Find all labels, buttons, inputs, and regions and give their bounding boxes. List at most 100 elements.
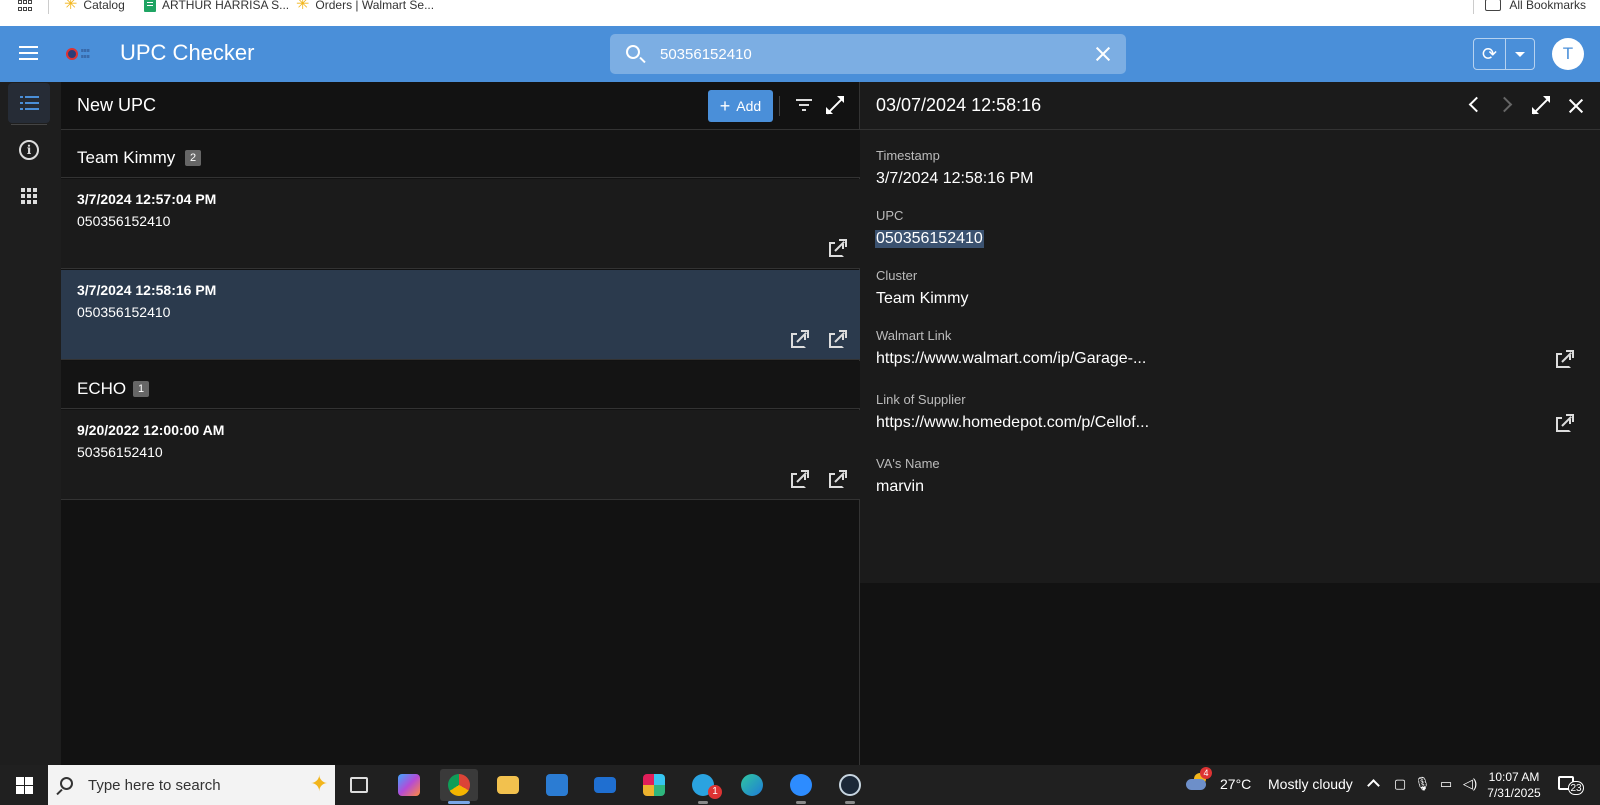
- list-title: New UPC: [77, 95, 157, 115]
- walmart-spark-icon: ✳: [64, 0, 78, 13]
- chevron-left-icon[interactable]: [1468, 98, 1480, 110]
- detail-pane: 03/07/2024 12:58:16 Timestamp 3/7/2024 1…: [860, 82, 1600, 765]
- notification-count: 23: [1568, 781, 1584, 795]
- weather-temp: 27°C: [1220, 776, 1252, 792]
- clear-search-icon[interactable]: [1092, 43, 1114, 65]
- meet-now-icon[interactable]: ▢: [1392, 776, 1408, 792]
- rail-item-info[interactable]: i: [8, 130, 50, 170]
- weather-widget[interactable]: 4 27°C Mostly cloudy: [1186, 767, 1353, 799]
- header-separator: [779, 96, 780, 116]
- group-count-badge: 1: [133, 381, 149, 397]
- rail-item-list[interactable]: [8, 83, 50, 123]
- bookmarks-separator: [1473, 0, 1474, 14]
- row-date: 3/7/2024 12:58:16 PM: [77, 282, 217, 298]
- network-icon[interactable]: ▭: [1438, 776, 1454, 792]
- detail-header: 03/07/2024 12:58:16: [860, 82, 1600, 130]
- chrome-icon[interactable]: [440, 769, 478, 804]
- file-explorer-icon[interactable]: [489, 769, 527, 801]
- sync-button-group: ⟳: [1473, 38, 1535, 70]
- mail-icon[interactable]: [586, 769, 624, 801]
- group-name: ECHO: [77, 379, 127, 398]
- row-upc: 050356152410: [77, 304, 171, 320]
- clock-date: 7/31/2025: [1487, 786, 1541, 800]
- volume-icon[interactable]: ◁): [1462, 776, 1478, 792]
- bookmarks-bar: ✳ Catalog ARTHUR HARRISA S... ✳ Orders |…: [0, 0, 1600, 26]
- windows-start-icon[interactable]: [16, 777, 33, 794]
- walmart-link-value[interactable]: https://www.walmart.com/ip/Garage-...: [876, 350, 1146, 368]
- notifications-icon[interactable]: 23: [1558, 775, 1584, 795]
- external-link-icon[interactable]: [1556, 414, 1574, 432]
- expand-icon[interactable]: [826, 96, 844, 114]
- filter-icon[interactable]: [796, 99, 812, 111]
- chevron-right-icon[interactable]: [1500, 98, 1512, 110]
- info-icon: i: [19, 140, 39, 160]
- timestamp-value: 3/7/2024 12:58:16 PM: [876, 170, 1034, 187]
- add-button[interactable]: + Add: [708, 90, 773, 122]
- nav-rail: i: [0, 82, 61, 765]
- row-date: 3/7/2024 12:57:04 PM: [77, 191, 217, 207]
- bookmark-label: ARTHUR HARRISA S...: [162, 0, 290, 12]
- apps-grid-icon: [21, 188, 37, 204]
- copilot-sparkle-icon: ✦: [310, 771, 329, 796]
- expand-icon[interactable]: [1532, 96, 1550, 114]
- search-icon: [626, 45, 640, 59]
- search-input[interactable]: [660, 42, 1060, 66]
- company-logo: ≡≡≡ ≡≡≡: [66, 45, 106, 63]
- list-item[interactable]: 9/20/2022 12:00:00 AM 50356152410: [61, 410, 860, 500]
- copilot-icon[interactable]: [390, 769, 428, 801]
- supplier-link-label: Link of Supplier: [876, 392, 966, 407]
- list-header: New UPC + Add: [61, 82, 860, 130]
- bookmarks-separator: [48, 0, 49, 14]
- all-bookmarks-label: All Bookmarks: [1509, 0, 1586, 12]
- timestamp-label: Timestamp: [876, 148, 940, 163]
- taskbar-search[interactable]: Type here to search ✦: [48, 765, 335, 805]
- external-link-icon[interactable]: [829, 330, 847, 348]
- user-avatar[interactable]: T: [1552, 38, 1584, 70]
- tray-chevron-up-icon[interactable]: [1367, 779, 1380, 792]
- microphone-icon[interactable]: 🎙: [1414, 776, 1431, 792]
- sync-icon[interactable]: ⟳: [1474, 39, 1506, 69]
- apps-grid-icon[interactable]: [18, 0, 32, 12]
- bookmark-arthur-harrisa[interactable]: ARTHUR HARRISA S...: [144, 0, 289, 12]
- row-upc: 050356152410: [77, 213, 171, 229]
- system-clock[interactable]: 10:07 AM 7/31/2025: [1483, 769, 1545, 801]
- bookmark-catalog[interactable]: ✳ Catalog: [64, 0, 125, 13]
- telegram-badge: 1: [708, 785, 722, 799]
- microsoft-store-icon[interactable]: [538, 769, 576, 801]
- sheets-icon: [144, 0, 156, 12]
- external-link-icon[interactable]: [1556, 350, 1574, 368]
- search-icon: [60, 777, 73, 790]
- supplier-link-value[interactable]: https://www.homedepot.com/p/Cellof...: [876, 414, 1149, 432]
- va-name-label: VA's Name: [876, 456, 940, 471]
- rail-item-apps[interactable]: [8, 176, 50, 216]
- bookmark-orders-walmart[interactable]: ✳ Orders | Walmart Se...: [296, 0, 434, 13]
- list-icon: [19, 96, 39, 110]
- telegram-icon[interactable]: 1: [684, 769, 722, 804]
- detail-title: 03/07/2024 12:58:16: [876, 95, 1042, 115]
- detail-empty-area: [860, 583, 1600, 765]
- upc-label: UPC: [876, 208, 904, 223]
- group-header-team-kimmy: Team Kimmy 2: [61, 130, 860, 178]
- list-item[interactable]: 3/7/2024 12:57:04 PM 050356152410: [61, 179, 860, 269]
- slack-icon[interactable]: [635, 769, 673, 801]
- external-link-icon[interactable]: [791, 330, 809, 348]
- va-name-value: marvin: [876, 478, 925, 495]
- external-link-icon[interactable]: [791, 470, 809, 488]
- clock-time: 10:07 AM: [1488, 770, 1540, 784]
- sync-dropdown-icon[interactable]: [1506, 39, 1534, 69]
- detail-fields: Timestamp 3/7/2024 12:58:16 PM UPC 05035…: [860, 130, 1600, 583]
- group-count-badge: 2: [185, 150, 201, 166]
- zoom-icon[interactable]: [782, 769, 820, 804]
- close-icon[interactable]: [1566, 96, 1586, 116]
- menu-icon[interactable]: [19, 46, 38, 60]
- row-upc: 50356152410: [77, 444, 163, 460]
- row-date: 9/20/2022 12:00:00 AM: [77, 422, 225, 438]
- all-bookmarks-button[interactable]: All Bookmarks: [1485, 0, 1586, 12]
- folder-icon: [1485, 0, 1502, 11]
- external-link-icon[interactable]: [829, 239, 847, 257]
- steam-icon[interactable]: [831, 769, 869, 804]
- list-item[interactable]: 3/7/2024 12:58:16 PM 050356152410: [61, 270, 860, 360]
- task-view-icon[interactable]: [340, 769, 378, 801]
- external-link-icon[interactable]: [829, 470, 847, 488]
- edge-icon[interactable]: [733, 769, 771, 801]
